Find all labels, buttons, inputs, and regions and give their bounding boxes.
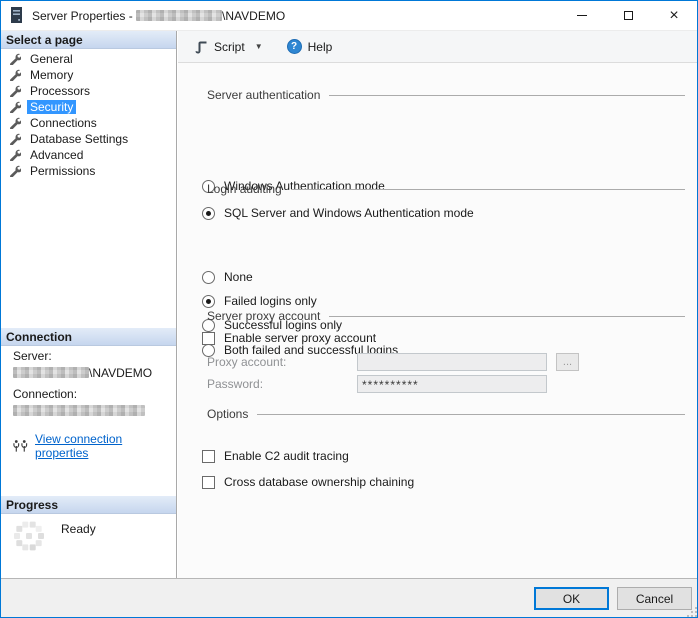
password-field[interactable]: ********** xyxy=(357,375,547,393)
group-divider xyxy=(329,95,685,96)
script-icon xyxy=(194,40,208,54)
password-label: Password: xyxy=(207,377,263,391)
help-icon: ? xyxy=(287,39,302,54)
window-title: Server Properties - \NAVDEMO xyxy=(32,9,285,23)
checkbox-icon xyxy=(202,450,215,463)
wrench-icon xyxy=(9,85,21,97)
close-button[interactable]: × xyxy=(651,1,697,30)
checkbox-enable-server-proxy-account[interactable]: Enable server proxy account xyxy=(202,331,376,345)
checkbox-cross-database-ownership-chaining[interactable]: Cross database ownership chaining xyxy=(202,475,414,489)
checkbox-enable-c2-audit-tracing[interactable]: Enable C2 audit tracing xyxy=(202,449,349,463)
maximize-button[interactable] xyxy=(605,1,651,30)
sidebar: Select a page General Memory Processors … xyxy=(1,31,177,578)
security-page-content: Server authentication Windows Authentica… xyxy=(178,63,697,578)
options-group: Options xyxy=(207,407,685,421)
main-pane: Script ▼ ? Help Server authentication Wi… xyxy=(178,31,697,578)
select-a-page-header: Select a page xyxy=(1,31,176,49)
server-proxy-account-group: Server proxy account xyxy=(207,309,685,323)
group-divider xyxy=(329,316,685,317)
login-auditing-group: Login auditing xyxy=(207,182,685,196)
sidebar-item-connections[interactable]: Connections xyxy=(1,115,176,131)
titlebar: Server Properties - \NAVDEMO × xyxy=(1,1,697,31)
radio-failed-logins-only[interactable]: Failed logins only xyxy=(202,294,317,308)
wrench-icon xyxy=(9,117,21,129)
maximize-icon xyxy=(624,11,633,20)
sidebar-item-security[interactable]: Security xyxy=(1,99,176,115)
server-value: \NAVDEMO xyxy=(13,366,170,380)
minimize-button[interactable] xyxy=(559,1,605,30)
resize-grip[interactable] xyxy=(691,611,693,613)
server-icon xyxy=(10,7,23,24)
cancel-button[interactable]: Cancel xyxy=(617,587,692,610)
radio-icon xyxy=(202,271,215,284)
connection-header: Connection xyxy=(1,328,176,346)
radio-sql-and-windows-authentication[interactable]: SQL Server and Windows Authentication mo… xyxy=(202,206,474,220)
group-divider xyxy=(257,414,685,415)
help-button[interactable]: ? Help xyxy=(281,35,339,58)
close-icon: × xyxy=(669,8,678,24)
sidebar-item-advanced[interactable]: Advanced xyxy=(1,147,176,163)
footer: OK Cancel xyxy=(1,578,697,617)
radio-none[interactable]: None xyxy=(202,270,253,284)
progress-panel: Ready xyxy=(11,518,170,554)
sidebar-item-memory[interactable]: Memory xyxy=(1,67,176,83)
progress-spinner-icon xyxy=(11,518,47,554)
script-button[interactable]: Script ▼ xyxy=(188,36,269,58)
wrench-icon xyxy=(9,165,21,177)
script-button-label: Script xyxy=(214,40,245,54)
sidebar-item-processors[interactable]: Processors xyxy=(1,83,176,99)
view-connection-properties-link[interactable]: View connection properties xyxy=(35,432,170,460)
radio-icon xyxy=(202,207,215,220)
minimize-icon xyxy=(577,15,587,16)
server-label: Server: xyxy=(13,349,170,363)
sidebar-item-database-settings[interactable]: Database Settings xyxy=(1,131,176,147)
page-list: General Memory Processors Security Conne… xyxy=(1,51,176,179)
checkbox-icon xyxy=(202,332,215,345)
wrench-icon xyxy=(9,69,21,81)
group-divider xyxy=(291,189,685,190)
sidebar-item-permissions[interactable]: Permissions xyxy=(1,163,176,179)
server-authentication-group: Server authentication xyxy=(207,88,685,102)
wrench-icon xyxy=(9,149,21,161)
wrench-icon xyxy=(9,53,21,65)
chevron-down-icon: ▼ xyxy=(255,42,263,51)
ok-button[interactable]: OK xyxy=(534,587,609,610)
toolbar: Script ▼ ? Help xyxy=(178,31,697,63)
progress-status: Ready xyxy=(61,522,96,536)
connection-value xyxy=(13,404,170,418)
sidebar-item-general[interactable]: General xyxy=(1,51,176,67)
checkbox-icon xyxy=(202,476,215,489)
wrench-icon xyxy=(9,101,21,113)
redacted-server-name xyxy=(13,367,89,378)
proxy-account-label: Proxy account: xyxy=(207,355,286,369)
browse-button[interactable]: ... xyxy=(556,353,579,371)
connection-panel: Server: \NAVDEMO Connection: View connec… xyxy=(13,349,170,460)
connection-properties-icon xyxy=(13,440,28,453)
server-properties-dialog: Server Properties - \NAVDEMO × Select a … xyxy=(0,0,698,618)
connection-label: Connection: xyxy=(13,387,170,401)
proxy-account-field[interactable] xyxy=(357,353,547,371)
redacted-connection-name xyxy=(13,405,145,416)
redacted-server-name xyxy=(136,10,222,21)
wrench-icon xyxy=(9,133,21,145)
help-button-label: Help xyxy=(308,40,333,54)
radio-icon xyxy=(202,295,215,308)
progress-header: Progress xyxy=(1,496,176,514)
